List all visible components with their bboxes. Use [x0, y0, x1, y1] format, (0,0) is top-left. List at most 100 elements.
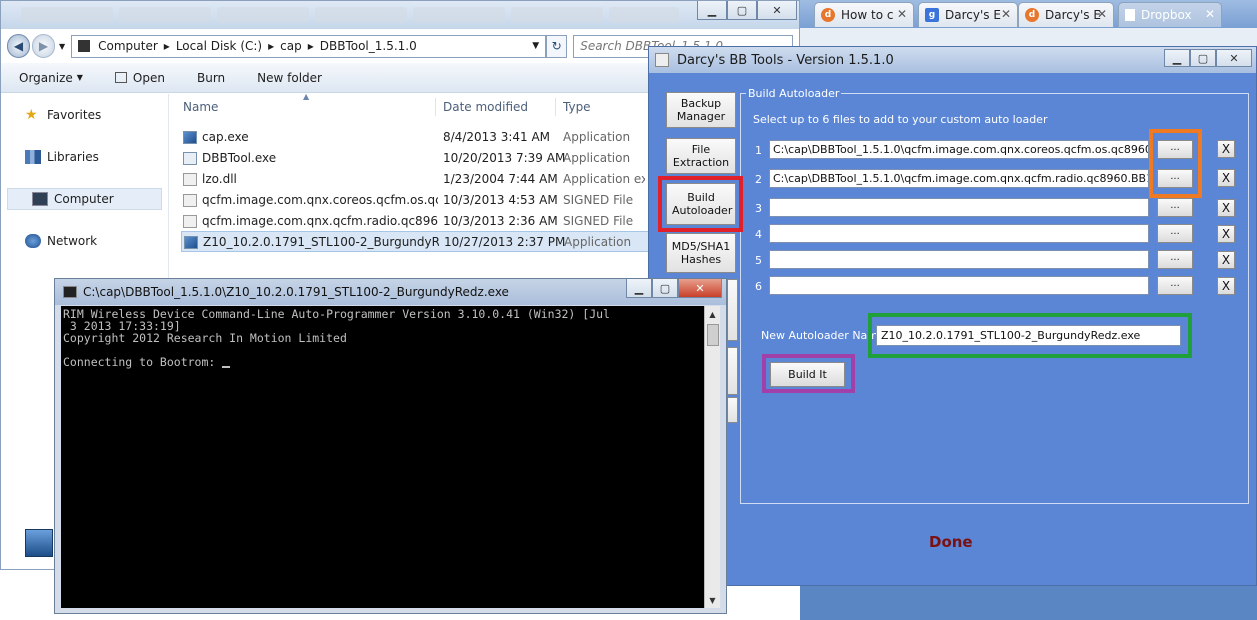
forward-arrow-icon[interactable]: ▶ — [31, 34, 55, 58]
browser-tab[interactable]: d How to c ✕ — [814, 2, 914, 27]
new-folder-button[interactable]: New folder — [257, 71, 322, 85]
document-file-icon — [183, 193, 197, 207]
nav-favorites[interactable]: ★ Favorites — [1, 104, 162, 126]
file-path-input-3[interactable] — [769, 198, 1149, 217]
maximize-button[interactable]: ▢ — [1190, 49, 1216, 67]
highlight-box-red — [658, 176, 743, 232]
row-number: 3 — [755, 202, 762, 215]
console-scrollbar[interactable]: ▲ ▼ — [704, 306, 720, 608]
tab-close-icon[interactable]: ✕ — [897, 7, 907, 21]
address-dropdown-icon[interactable]: ▼ — [532, 41, 539, 51]
browse-button-6[interactable]: ... — [1157, 276, 1193, 295]
breadcrumb-dbbtool[interactable]: DBBTool_1.5.1.0 — [320, 39, 417, 53]
column-type[interactable]: Type — [563, 100, 591, 114]
exe-file-icon — [183, 130, 197, 144]
instruction-text: Select up to 6 files to add to your cust… — [753, 113, 1048, 126]
gear-file-icon — [183, 151, 197, 165]
browse-button-3[interactable]: ... — [1157, 198, 1193, 217]
browser-tab[interactable]: d Darcy's E ✕ — [1018, 2, 1114, 27]
file-path-input-2[interactable]: C:\cap\DBBTool_1.5.1.0\qcfm.image.com.qn… — [769, 169, 1149, 188]
highlight-box-orange — [1149, 129, 1202, 198]
file-path-input-1[interactable]: C:\cap\DBBTool_1.5.1.0\qcfm.image.com.qn… — [769, 140, 1149, 159]
library-icon — [25, 150, 41, 164]
explorer-titlebar: ▁ ▢ ✕ — [1, 1, 799, 29]
row-number: 5 — [755, 254, 762, 267]
breadcrumb-cap[interactable]: cap — [280, 39, 302, 53]
nav-computer[interactable]: Computer — [7, 188, 162, 210]
open-button[interactable]: Open — [114, 71, 165, 85]
column-date-modified[interactable]: Date modified — [443, 100, 528, 114]
address-bar[interactable]: Computer ▸ Local Disk (C:) ▸ cap ▸ DBBTool_… — [71, 34, 547, 58]
network-icon — [25, 234, 41, 248]
browse-button-5[interactable]: ... — [1157, 250, 1193, 269]
background-tab — [217, 7, 309, 23]
hashes-button[interactable]: MD5/SHA1 Hashes — [666, 233, 736, 273]
maximize-button[interactable]: ▢ — [652, 279, 678, 298]
bbtools-title: Darcy's BB Tools - Version 1.5.1.0 — [677, 52, 894, 68]
console-line: Connecting to Bootrom: — [63, 355, 223, 369]
minimize-button[interactable]: ▁ — [697, 1, 727, 20]
file-extraction-button[interactable]: File Extraction — [666, 138, 736, 174]
console-output[interactable]: RIM Wireless Device Command-Line Auto-Pr… — [61, 306, 705, 608]
nav-network[interactable]: Network — [1, 230, 162, 252]
browser-tab[interactable]: g Darcy's E ✕ — [918, 2, 1018, 27]
breadcrumb-local-disk[interactable]: Local Disk (C:) — [176, 39, 262, 53]
console-title: C:\cap\DBBTool_1.5.1.0\Z10_10.2.0.1791_S… — [83, 285, 509, 299]
scroll-up-icon[interactable]: ▲ — [705, 306, 720, 322]
site-favicon-icon: d — [821, 8, 835, 22]
new-autoloader-name-label: New Autoloader Name — [761, 329, 885, 342]
close-button[interactable]: ✕ — [678, 279, 722, 298]
console-window: C:\cap\DBBTool_1.5.1.0\Z10_10.2.0.1791_S… — [54, 278, 727, 614]
close-button[interactable]: ✕ — [757, 1, 797, 20]
scroll-thumb[interactable] — [707, 324, 719, 346]
row-number: 4 — [755, 228, 762, 241]
hidden-side-button[interactable] — [728, 397, 738, 423]
tab-close-icon[interactable]: ✕ — [1097, 7, 1107, 21]
remove-button-4[interactable]: X — [1217, 225, 1235, 243]
background-tab — [511, 7, 603, 23]
file-path-input-6[interactable] — [769, 276, 1149, 295]
tab-close-icon[interactable]: ✕ — [1001, 7, 1011, 21]
remove-button-3[interactable]: X — [1217, 199, 1235, 217]
burn-button[interactable]: Burn — [197, 71, 225, 85]
browse-button-4[interactable]: ... — [1157, 224, 1193, 243]
bbtools-titlebar: Darcy's BB Tools - Version 1.5.1.0 ▁ ▢ ✕ — [649, 47, 1256, 73]
background-tab — [119, 7, 211, 23]
browser-tabstrip: d How to c ✕ g Darcy's E ✕ d Darcy's E ✕… — [800, 0, 1257, 28]
close-button[interactable]: ✕ — [1216, 49, 1252, 67]
exe-file-icon — [184, 235, 198, 249]
minimize-button[interactable]: ▁ — [1164, 49, 1190, 67]
status-text: Done — [929, 533, 973, 551]
nav-libraries[interactable]: Libraries — [1, 146, 162, 168]
app-icon — [655, 53, 669, 67]
column-name[interactable]: Name — [183, 100, 218, 114]
app-thumbnail-icon[interactable] — [25, 529, 53, 557]
refresh-icon[interactable]: ↻ — [546, 34, 568, 58]
star-icon: ★ — [25, 107, 38, 123]
site-favicon-icon: d — [1025, 8, 1039, 22]
hidden-side-button[interactable] — [728, 347, 738, 395]
maximize-button[interactable]: ▢ — [727, 1, 757, 20]
minimize-button[interactable]: ▁ — [626, 279, 652, 298]
breadcrumb-computer[interactable]: Computer — [98, 39, 158, 53]
document-file-icon — [183, 214, 197, 228]
background-tab — [21, 7, 113, 23]
backup-manager-button[interactable]: Backup Manager — [666, 92, 736, 128]
file-path-input-5[interactable] — [769, 250, 1149, 269]
hidden-side-button[interactable] — [728, 279, 738, 341]
back-arrow-icon[interactable]: ◀ — [7, 34, 30, 58]
remove-button-2[interactable]: X — [1217, 169, 1235, 187]
organize-button[interactable]: Organize ▼ — [19, 71, 83, 85]
app-icon — [114, 72, 127, 83]
remove-button-1[interactable]: X — [1217, 140, 1235, 158]
remove-button-5[interactable]: X — [1217, 251, 1235, 269]
remove-button-6[interactable]: X — [1217, 277, 1235, 295]
tab-close-icon[interactable]: ✕ — [1205, 7, 1215, 21]
scroll-down-icon[interactable]: ▼ — [705, 592, 720, 608]
file-path-input-4[interactable] — [769, 224, 1149, 243]
recent-pages-chevron-icon[interactable]: ▼ — [59, 42, 65, 51]
console-icon — [63, 286, 77, 298]
background-tab — [315, 7, 407, 23]
browser-tab[interactable]: Dropbox ✕ — [1118, 2, 1222, 27]
row-number: 6 — [755, 280, 762, 293]
